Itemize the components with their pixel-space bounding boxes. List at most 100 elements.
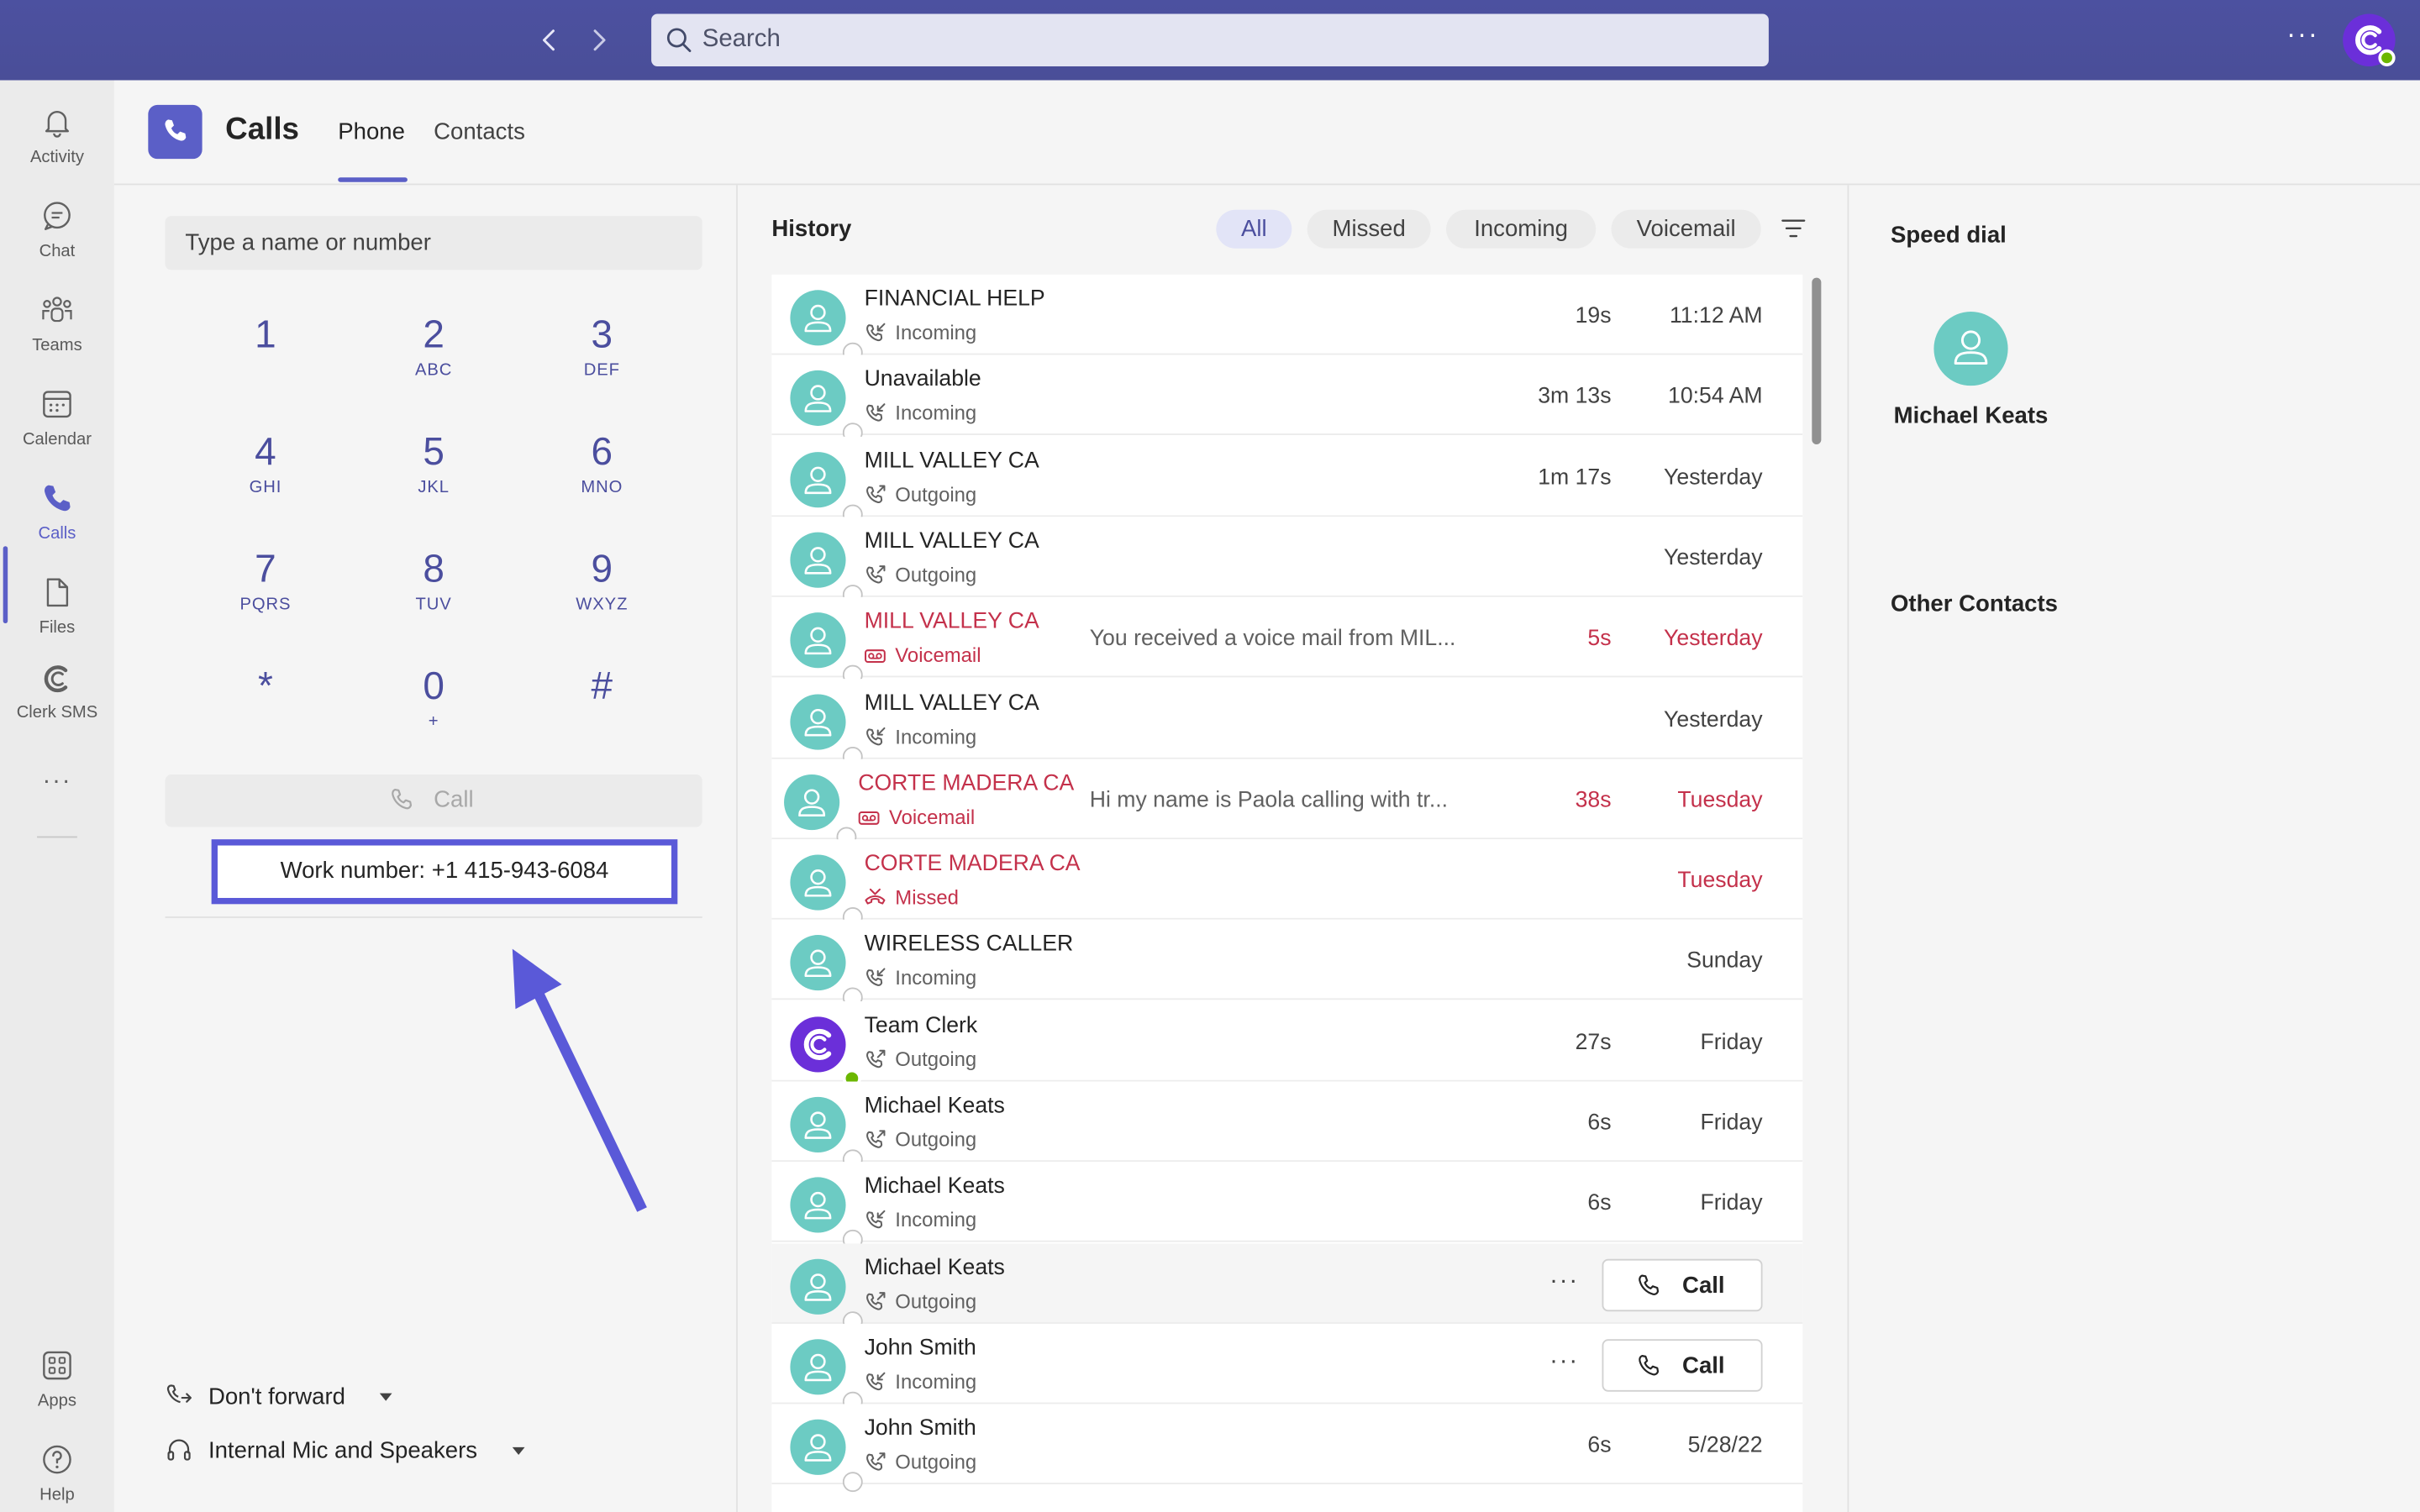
- forward-setting-dropdown[interactable]: Don't forward: [166, 1379, 413, 1416]
- call-history-row[interactable]: CORTE MADERA CA Missed Tuesday: [771, 839, 1803, 928]
- filter-incoming[interactable]: Incoming: [1446, 209, 1597, 249]
- more-options-button[interactable]: ···: [2281, 18, 2324, 51]
- call-time: Yesterday: [1664, 465, 1763, 491]
- dial-key-0[interactable]: 0 +: [364, 664, 502, 756]
- rail-item-apps[interactable]: Apps: [0, 1333, 114, 1423]
- avatar[interactable]: [790, 854, 863, 928]
- avatar[interactable]: [790, 612, 863, 685]
- forward-arrow-icon[interactable]: [581, 22, 618, 59]
- call-duration: 1m 17s: [1538, 465, 1612, 491]
- avatar[interactable]: [790, 693, 863, 766]
- audio-device-dropdown[interactable]: Internal Mic and Speakers: [166, 1433, 536, 1470]
- chevron-down-icon: [379, 1393, 392, 1401]
- avatar[interactable]: [790, 1096, 863, 1170]
- call-history-row[interactable]: John Smith Outgoing 6s 5/28/22: [771, 1404, 1803, 1493]
- tab-contacts[interactable]: Contacts: [434, 118, 525, 144]
- call-history-row[interactable]: CORTE MADERA CA Voicemail Hi my name is Pa…: [771, 759, 1803, 847]
- avatar[interactable]: [790, 451, 863, 524]
- avatar[interactable]: [790, 1177, 863, 1251]
- call-time: Friday: [1700, 1191, 1763, 1216]
- call-history-row[interactable]: MILL VALLEY CA Outgoing 1m 17s Yesterday: [771, 436, 1803, 524]
- rail-item-calendar[interactable]: Calendar: [0, 372, 114, 462]
- dial-key-6[interactable]: 6 MNO: [533, 429, 671, 522]
- rail-item-activity[interactable]: Activity: [0, 90, 114, 180]
- dial-key-star[interactable]: *: [196, 664, 334, 756]
- rail-item-teams[interactable]: Teams: [0, 278, 114, 368]
- dial-key-8[interactable]: 8 TUV: [364, 546, 502, 638]
- avatar[interactable]: [784, 774, 857, 847]
- caller-name: MILL VALLEY CA: [864, 690, 1039, 716]
- dial-key-7[interactable]: 7 PQRS: [196, 546, 334, 638]
- avatar[interactable]: [790, 935, 863, 1009]
- divider: [165, 916, 702, 918]
- dial-key-3[interactable]: 3 DEF: [533, 312, 671, 404]
- call-history-row[interactable]: MILL VALLEY CA Outgoing Yesterday: [771, 517, 1803, 605]
- tab-phone[interactable]: Phone: [338, 118, 405, 144]
- incoming-call-icon: [866, 403, 886, 423]
- rail-item-calls[interactable]: Calls: [0, 466, 114, 556]
- call-button[interactable]: Call: [165, 774, 702, 827]
- key-digit: 2: [423, 312, 445, 357]
- call-history-row[interactable]: MILL VALLEY CA Incoming Yesterday: [771, 678, 1803, 766]
- call-history-row[interactable]: Michael Keats Outgoing 6s Friday: [771, 1081, 1803, 1170]
- call-duration: 19s: [1575, 303, 1612, 329]
- call-history-row[interactable]: WIRELESS CALLER Incoming Sunday: [771, 920, 1803, 1009]
- call-history-row[interactable]: Michael Keats Outgoing ··· Call: [771, 1242, 1803, 1331]
- dial-key-5[interactable]: 5 JKL: [364, 429, 502, 522]
- dial-key-1[interactable]: 1: [196, 312, 334, 404]
- avatar[interactable]: [1933, 312, 2008, 386]
- call-history-row[interactable]: Unavailable Incoming 3m 13s 10:54 AM: [771, 354, 1803, 444]
- call-time: 5/28/22: [1687, 1433, 1763, 1459]
- row-call-button[interactable]: Call: [1602, 1258, 1763, 1311]
- rail-more-button[interactable]: ···: [0, 762, 114, 808]
- rail-label: Apps: [37, 1391, 76, 1410]
- person-icon: [804, 869, 832, 897]
- call-type-label: Outgoing: [895, 1047, 977, 1071]
- voicemail-preview: Hi my name is Paola calling with tr...: [1089, 788, 1449, 813]
- call-duration: 6s: [1587, 1433, 1612, 1459]
- rail-item-help[interactable]: Help: [0, 1427, 114, 1512]
- rail-divider: [37, 836, 77, 838]
- person-icon: [804, 304, 832, 333]
- avatar[interactable]: [790, 1420, 863, 1493]
- row-more-button[interactable]: ···: [1549, 1348, 1579, 1376]
- dial-key-2[interactable]: 2 ABC: [364, 312, 502, 404]
- call-history-row[interactable]: John Smith Incoming ··· Call: [771, 1323, 1803, 1412]
- avatar[interactable]: [790, 1016, 861, 1088]
- incoming-call-icon: [866, 969, 886, 987]
- scrollbar[interactable]: [1812, 277, 1822, 444]
- filter-icon[interactable]: [1781, 218, 1806, 239]
- avatar[interactable]: [790, 370, 863, 444]
- rail-item-chat[interactable]: Chat: [0, 184, 114, 274]
- speed-dial-contact-name[interactable]: Michael Keats: [1865, 402, 2077, 428]
- dial-key-4[interactable]: 4 GHI: [196, 429, 334, 522]
- call-type-label: Outgoing: [895, 1289, 977, 1313]
- caller-name: Michael Keats: [864, 1255, 1005, 1280]
- call-history-row[interactable]: FINANCIAL HELP Incoming 19s 11:12 AM: [771, 274, 1803, 363]
- filter-missed[interactable]: Missed: [1307, 209, 1431, 249]
- phone-icon: [1639, 1354, 1660, 1376]
- file-icon: [46, 578, 69, 607]
- rail-item-files[interactable]: Files: [0, 560, 114, 650]
- call-history-row[interactable]: Michael Keats Incoming 6s Friday: [771, 1162, 1803, 1251]
- row-call-button[interactable]: Call: [1602, 1339, 1763, 1392]
- avatar[interactable]: [790, 290, 863, 363]
- filter-all[interactable]: All: [1216, 209, 1292, 249]
- dial-number-input[interactable]: [165, 216, 702, 270]
- other-contacts-title: Other Contacts: [1891, 591, 2059, 617]
- key-digit: 0: [423, 664, 445, 709]
- row-more-button[interactable]: ···: [1549, 1268, 1579, 1295]
- call-history-row[interactable]: MILL VALLEY CA Voicemail You received a vo…: [771, 597, 1803, 685]
- user-avatar[interactable]: [2343, 13, 2396, 66]
- search-input[interactable]: [702, 13, 1752, 66]
- dial-key-hash[interactable]: #: [533, 664, 671, 756]
- avatar[interactable]: [790, 532, 863, 605]
- avatar[interactable]: [790, 1339, 863, 1412]
- back-arrow-icon[interactable]: [531, 22, 568, 59]
- rail-item-clerk-sms[interactable]: Clerk SMS: [0, 654, 114, 744]
- filter-voicemail[interactable]: Voicemail: [1611, 209, 1761, 249]
- dial-key-9[interactable]: 9 WXYZ: [533, 546, 671, 638]
- avatar[interactable]: [790, 1258, 863, 1331]
- call-history-row[interactable]: Team Clerk Outgoing 27s Friday: [771, 1000, 1803, 1088]
- search-box[interactable]: [651, 13, 1769, 66]
